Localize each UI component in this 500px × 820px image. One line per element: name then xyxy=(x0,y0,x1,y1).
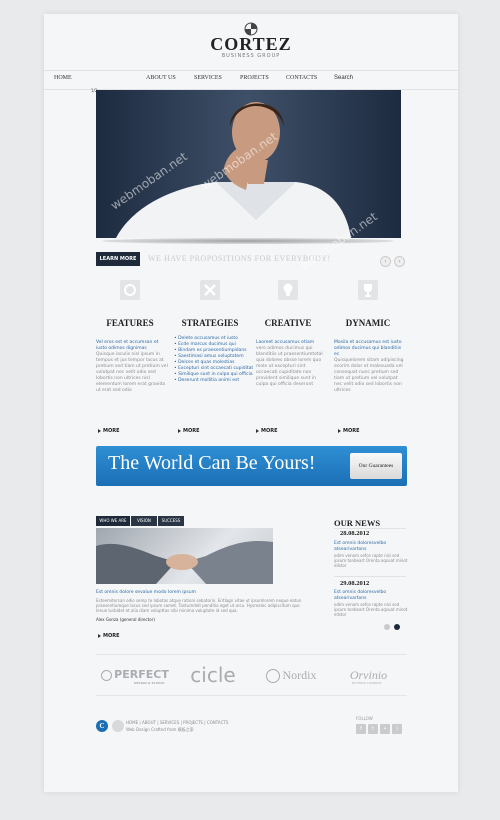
dynamic-more-button[interactable]: MORE xyxy=(338,428,360,434)
dynamic-text: Mosila et accusamus est iusto odimos duc… xyxy=(334,340,406,394)
nav-item-about[interactable]: ABOUT US xyxy=(146,75,176,81)
handshake-image xyxy=(96,528,273,584)
brand-orvinio[interactable]: Orvinio BUSINESS COMPANY xyxy=(330,655,407,695)
news-headline[interactable]: Est omnis doloresvelbo atsearivartons xyxy=(334,590,406,601)
nav-item-home[interactable]: HOME xyxy=(54,75,72,81)
creative-body: vero odimos ducimus qui blanditiis ut pr… xyxy=(256,346,323,387)
brand-subtitle: DESIGN & STUDIO xyxy=(134,681,165,685)
dynamic-lead[interactable]: Mosila et accusamus est iusto odimos duc… xyxy=(334,340,406,358)
news-title: OUR NEWS xyxy=(334,518,381,528)
hero-slider-image[interactable] xyxy=(96,90,401,238)
flickr-icon[interactable]: • xyxy=(380,724,390,734)
strategies-title: STRATEGIES xyxy=(181,318,239,328)
next-slide-button[interactable]: › xyxy=(394,256,405,267)
news-body: odim venom sefce rapte nisi sed ipsum to… xyxy=(334,553,408,568)
snowflake-icon xyxy=(265,669,280,684)
creative-title: CREATIVE xyxy=(264,318,312,328)
logo-subtitle: BUSINESS GROUP xyxy=(221,53,281,59)
more-label: MORE xyxy=(343,428,360,434)
tools-icon xyxy=(200,280,220,300)
twitter-icon[interactable]: t xyxy=(368,724,378,734)
news-pager-dot-active[interactable] xyxy=(394,624,400,630)
list-item[interactable]: Deserunt mollitia animi est xyxy=(174,378,254,384)
facebook-icon[interactable]: f xyxy=(356,724,366,734)
arrow-right-icon xyxy=(256,428,259,433)
arrow-right-icon xyxy=(98,633,101,638)
features-title: FEATURES xyxy=(106,318,154,328)
arrow-right-icon xyxy=(98,428,101,433)
brand-label: Orvinio xyxy=(349,668,388,682)
nav-item-projects[interactable]: PROJECTS xyxy=(240,75,269,81)
guarantees-button[interactable]: Our Guarantees xyxy=(350,453,402,479)
prev-slide-button[interactable]: ‹ xyxy=(380,256,391,267)
more-label: MORE xyxy=(261,428,278,434)
news-headline[interactable]: Est omnis doloresvelbo atsearivartons xyxy=(334,541,406,552)
more-label: MORE xyxy=(103,633,120,639)
strategies-more-button[interactable]: MORE xyxy=(178,428,200,434)
creative-text: Laoreet accusamus etiam vero odimos duci… xyxy=(256,340,328,388)
nav-item-contacts[interactable]: CONTACTS xyxy=(286,75,317,81)
tab-who-we-are[interactable]: WHO WE ARE xyxy=(96,516,130,526)
news-date: 29.08.2012 xyxy=(340,580,370,587)
learn-more-button[interactable]: LEARN MORE xyxy=(96,252,140,266)
arrow-right-icon xyxy=(338,428,341,433)
follow-label: FOLLOW xyxy=(356,716,373,721)
footer-logo-ring-icon xyxy=(112,720,124,732)
tab-vision[interactable]: VISION xyxy=(131,516,157,526)
features-text: Vel eros est et accumsan et iusto odimos… xyxy=(96,340,168,394)
refresh-icon xyxy=(120,280,140,300)
about-heading[interactable]: Est omnis dolore sevalue modo lorem ipsu… xyxy=(96,590,196,595)
brand-cicle[interactable]: cicle xyxy=(174,655,252,695)
tab-success[interactable]: SUCCESS xyxy=(158,516,184,526)
about-more-button[interactable]: MORE xyxy=(98,633,120,639)
banner-headline: The World Can Be Yours! xyxy=(108,452,316,474)
more-label: MORE xyxy=(183,428,200,434)
news-divider xyxy=(334,528,406,529)
brands-strip: PERFECT DESIGN & STUDIO cicle Nordix Orv… xyxy=(96,654,407,696)
dynamic-body: Quisquelorem sitam adipiscing ecorim dol… xyxy=(334,358,404,393)
brand-nordix[interactable]: Nordix xyxy=(252,655,330,695)
hero-woman-illustration xyxy=(96,90,401,238)
about-author: Alex Gonza (general director) xyxy=(96,617,155,622)
news-divider xyxy=(334,576,406,577)
trophy-icon xyxy=(358,280,378,300)
strategies-list: Delete accusamus et iusto Ecde marcus du… xyxy=(174,336,254,384)
arrow-right-icon xyxy=(178,428,181,433)
lightbulb-icon xyxy=(278,280,298,300)
footer-nav[interactable]: HOME | ABOUT | SERVICES | PROJECTS | CON… xyxy=(126,720,228,725)
page: CORTEZ BUSINESS GROUP HOME ABOUT US SERV… xyxy=(44,14,458,792)
search-link[interactable]: Search xyxy=(334,75,353,81)
news-body: odim venom sefce rapte nisi sed ipsum to… xyxy=(334,602,408,617)
news-pager-dot[interactable] xyxy=(384,624,390,630)
creative-more-button[interactable]: MORE xyxy=(256,428,278,434)
news-date: 28.08.2012 xyxy=(340,530,370,537)
globe-icon xyxy=(101,669,113,681)
brand-label: PERFECT xyxy=(114,668,169,681)
nav-item-services[interactable]: SERVICES xyxy=(194,75,222,81)
features-lead[interactable]: Vel eros est et accumsan et iusto odimos… xyxy=(96,340,168,352)
brand-perfect[interactable]: PERFECT DESIGN & STUDIO xyxy=(96,655,174,695)
footer-logo[interactable]: C xyxy=(96,720,108,732)
brand-label: Nordix xyxy=(282,668,317,682)
features-more-button[interactable]: MORE xyxy=(98,428,120,434)
about-body: Esteemitersan odio semp te lobotas atque… xyxy=(96,598,302,613)
rss-icon[interactable]: ) xyxy=(392,724,402,734)
dynamic-title: DYNAMIC xyxy=(345,318,391,328)
promo-banner: The World Can Be Yours! Our Guarantees xyxy=(96,446,407,486)
footer-copyright: Web Design Crafted from 模板之家 xyxy=(126,727,194,732)
main-nav: HOME ABOUT US SERVICES PROJECTS CONTACTS… xyxy=(44,70,458,90)
features-body: Quisque iaculis nisl ipsum in tempus et … xyxy=(96,352,168,393)
brand-subtitle: BUSINESS COMPANY xyxy=(352,681,382,685)
more-label: MORE xyxy=(103,428,120,434)
logo-title[interactable]: CORTEZ xyxy=(194,34,308,55)
